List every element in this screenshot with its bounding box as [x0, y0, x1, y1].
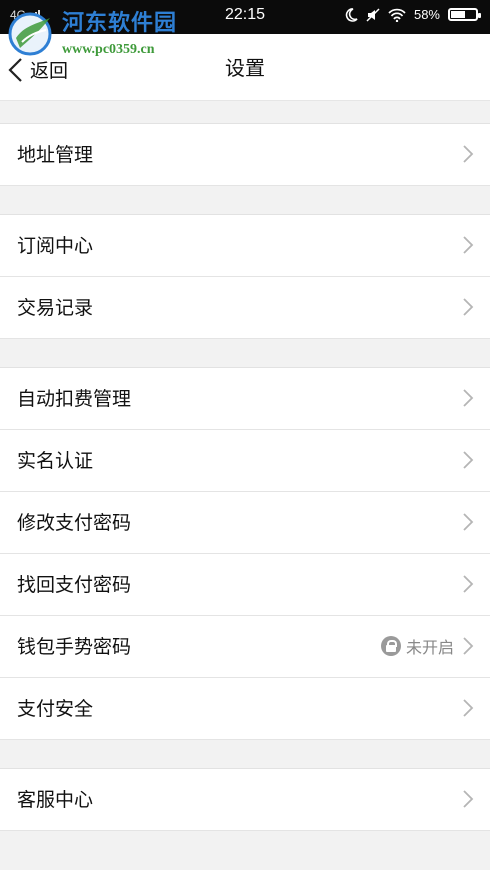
settings-item-customer-service[interactable]: 客服中心	[0, 769, 490, 831]
wifi-icon	[388, 8, 406, 22]
settings-item-change-password[interactable]: 修改支付密码	[0, 492, 490, 554]
settings-item-label: 自动扣费管理	[17, 388, 132, 410]
settings-group-address: 地址管理	[0, 124, 490, 186]
chevron-right-icon	[463, 575, 474, 593]
settings-item-label: 订阅中心	[17, 235, 94, 257]
settings-item-auto-deduction[interactable]: 自动扣费管理	[0, 368, 490, 430]
settings-item-address[interactable]: 地址管理	[0, 124, 490, 186]
chevron-right-icon	[463, 389, 474, 407]
settings-item-label: 交易记录	[17, 297, 94, 319]
gesture-status: 未开启	[380, 634, 454, 658]
settings-item-label: 实名认证	[17, 450, 94, 472]
settings-item-label: 找回支付密码	[17, 574, 132, 596]
gesture-status-text: 未开启	[405, 638, 454, 657]
moon-icon	[345, 7, 358, 22]
section-spacer	[0, 101, 490, 124]
status-bar: 4G 22:15 58%	[0, 0, 490, 34]
page-title: 设置	[225, 56, 265, 80]
section-spacer	[0, 740, 490, 769]
mute-icon	[366, 7, 380, 22]
settings-item-real-name[interactable]: 实名认证	[0, 430, 490, 492]
settings-item-payment-security[interactable]: 支付安全	[0, 678, 490, 740]
settings-item-label: 钱包手势密码	[17, 636, 132, 658]
settings-group-support: 客服中心	[0, 769, 490, 831]
chevron-right-icon	[463, 145, 474, 163]
settings-item-recover-password[interactable]: 找回支付密码	[0, 554, 490, 616]
settings-item-label: 客服中心	[17, 789, 94, 811]
lock-icon	[380, 636, 401, 656]
chevron-right-icon	[463, 451, 474, 469]
chevron-right-icon	[463, 699, 474, 717]
settings-item-label: 地址管理	[17, 144, 94, 166]
battery-icon	[448, 8, 481, 21]
settings-item-gesture-password[interactable]: 钱包手势密码 未开启	[0, 616, 490, 678]
chevron-right-icon	[463, 513, 474, 531]
settings-item-label: 支付安全	[17, 698, 94, 720]
nav-header: 返回 设置	[0, 34, 490, 101]
status-icons: 58%	[344, 7, 481, 22]
section-spacer	[0, 339, 490, 368]
section-spacer	[0, 186, 490, 215]
chevron-right-icon	[463, 637, 474, 655]
settings-item-label: 修改支付密码	[17, 512, 132, 534]
battery-percent: 58%	[413, 7, 440, 22]
settings-group-payment: 自动扣费管理 实名认证 修改支付密码 找回支付密码 钱包手势密码 未开启 支付安…	[0, 368, 490, 740]
settings-group-orders: 订阅中心 交易记录	[0, 215, 490, 339]
settings-item-subscription[interactable]: 订阅中心	[0, 215, 490, 277]
chevron-right-icon	[463, 236, 474, 254]
chevron-right-icon	[463, 790, 474, 808]
chevron-right-icon	[463, 298, 474, 316]
settings-item-transactions[interactable]: 交易记录	[0, 277, 490, 339]
